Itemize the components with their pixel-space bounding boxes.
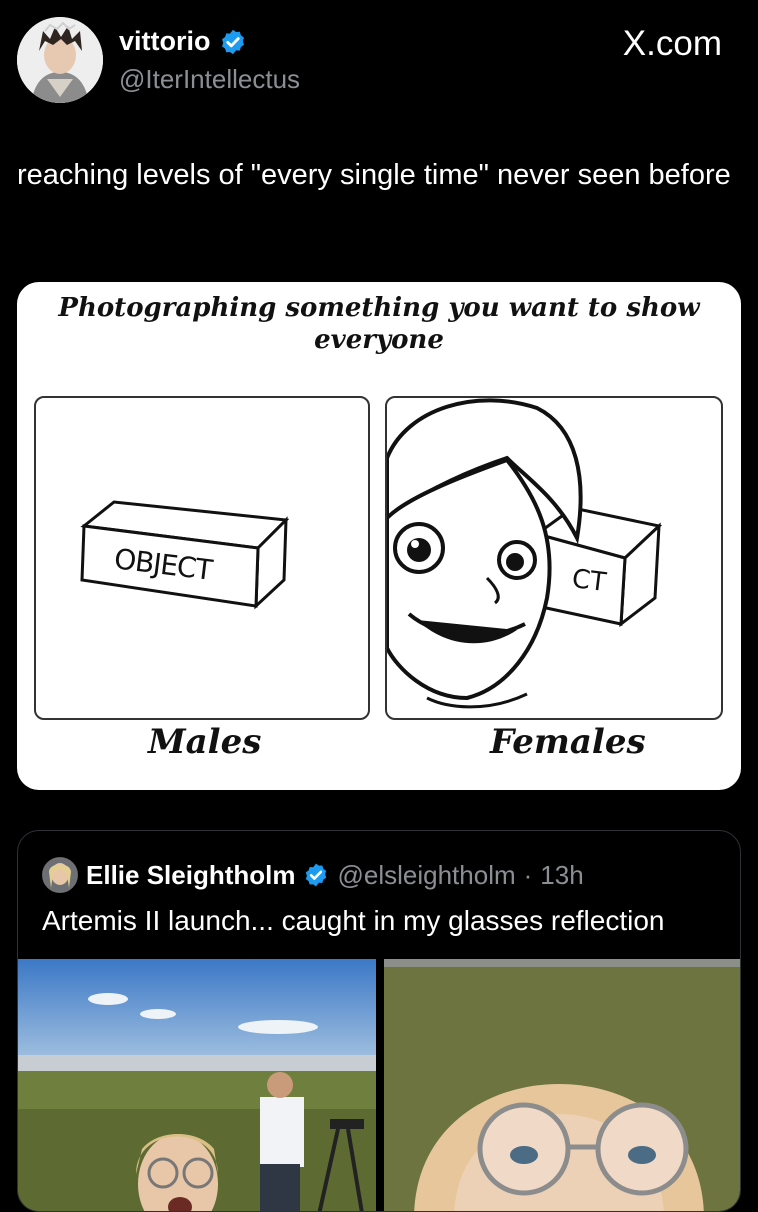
author-name[interactable]: vittorio (119, 26, 211, 57)
quoted-photo-right[interactable] (384, 959, 740, 1211)
caption-males: Males (148, 722, 262, 762)
separator-dot: · (523, 859, 533, 890)
quoted-text: Artemis II launch... caught in my glasse… (42, 905, 665, 936)
author-avatar[interactable] (17, 17, 103, 103)
meme-title: Photographing something you want to show… (58, 293, 700, 355)
quoted-avatar[interactable] (42, 857, 78, 893)
quoted-timestamp[interactable]: 13h (540, 860, 583, 891)
quoted-header: Ellie Sleightholm @elsleightholm · 13h (42, 857, 584, 893)
post-text: reaching levels of "every single time" n… (17, 159, 731, 191)
quoted-author-name[interactable]: Ellie Sleightholm (86, 860, 295, 891)
verified-badge-icon (221, 29, 244, 54)
meme-panel-left: OBJECT (34, 396, 370, 720)
quoted-post[interactable]: Ellie Sleightholm @elsleightholm · 13h A… (17, 830, 741, 1212)
meme-panel-right: CT (385, 396, 723, 720)
author-name-row[interactable]: vittorio (119, 26, 247, 57)
quoted-photo-left[interactable] (18, 959, 376, 1211)
brand-label: X.com (622, 24, 722, 63)
quoted-author-handle[interactable]: @elsleightholm (337, 860, 515, 891)
selfie-drawing (387, 398, 663, 709)
author-handle[interactable]: @IterIntellectus (119, 64, 300, 95)
caption-females: Females (490, 722, 646, 762)
verified-badge-icon (306, 863, 327, 887)
meme-image[interactable]: Photographing something you want to show… (17, 282, 741, 790)
object-label-partial: CT (570, 564, 608, 598)
